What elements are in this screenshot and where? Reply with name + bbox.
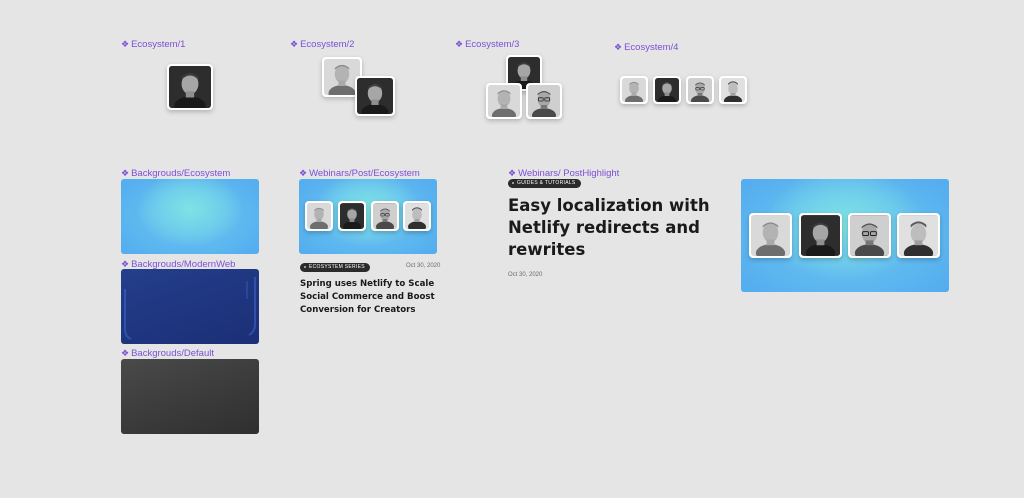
avatar: [897, 213, 940, 258]
avatar: [799, 213, 842, 258]
person-photo: [373, 203, 397, 229]
avatar: [719, 76, 747, 104]
avatar: [305, 201, 333, 231]
avatar: [653, 76, 681, 104]
avatar: [338, 201, 366, 231]
person-photo: [405, 203, 429, 229]
person-photo: [655, 78, 679, 102]
person-photo: [622, 78, 646, 102]
category-badge[interactable]: ECOSYSTEM SERIES: [300, 263, 370, 272]
avatar: [848, 213, 891, 258]
component-diamond-icon: ❖: [290, 39, 299, 49]
component-diamond-icon: ❖: [508, 168, 517, 178]
background-default-tile[interactable]: [121, 359, 259, 434]
component-diamond-icon: ❖: [614, 42, 623, 52]
avatar: [526, 83, 562, 119]
person-photo: [721, 78, 745, 102]
person-photo: [688, 78, 712, 102]
person-photo: [850, 215, 889, 256]
avatar: [749, 213, 792, 258]
component-label-ecosystem-1[interactable]: ❖ Ecosystem/1: [121, 38, 185, 51]
person-photo: [357, 78, 393, 114]
post-date: Oct 30, 2020: [406, 263, 441, 269]
post-title[interactable]: Spring uses Netlify to Scale Social Comm…: [300, 278, 440, 317]
avatar: [686, 76, 714, 104]
component-label-ecosystem-4[interactable]: ❖ Ecosystem/4: [614, 41, 678, 54]
avatar: [371, 201, 399, 231]
highlight-title[interactable]: Easy localization with Netlify redirects…: [508, 195, 713, 261]
person-photo: [488, 85, 520, 117]
circuit-lines-decoration: [124, 277, 256, 340]
avatar: [620, 76, 648, 104]
avatar: [403, 201, 431, 231]
avatar: [355, 76, 395, 116]
person-photo: [751, 215, 790, 256]
design-canvas: ❖ Ecosystem/1 ❖ Ecosystem/2 ❖ Ecosystem/3 ❖…: [0, 0, 1024, 498]
component-diamond-icon: ❖: [121, 259, 130, 269]
person-photo: [801, 215, 840, 256]
person-photo: [528, 85, 560, 117]
component-diamond-icon: ❖: [299, 168, 308, 178]
person-photo: [169, 66, 211, 108]
background-ecosystem-tile[interactable]: [121, 179, 259, 254]
component-diamond-icon: ❖: [121, 348, 130, 358]
avatar: [486, 83, 522, 119]
component-label-ecosystem-3[interactable]: ❖ Ecosystem/3: [455, 38, 519, 51]
component-label-ecosystem-2[interactable]: ❖ Ecosystem/2: [290, 38, 354, 51]
person-photo: [899, 215, 938, 256]
person-photo: [307, 203, 331, 229]
background-modernweb-tile[interactable]: [121, 269, 259, 344]
avatar: [167, 64, 213, 110]
webinar-post-thumbnail[interactable]: [299, 179, 437, 254]
person-photo: [340, 203, 364, 229]
component-diamond-icon: ❖: [121, 39, 130, 49]
component-diamond-icon: ❖: [121, 168, 130, 178]
post-date: Oct 30, 2020: [508, 272, 543, 278]
component-diamond-icon: ❖: [455, 39, 464, 49]
highlight-thumbnail[interactable]: [741, 179, 949, 292]
category-badge[interactable]: GUIDES & TUTORIALS: [508, 179, 581, 188]
